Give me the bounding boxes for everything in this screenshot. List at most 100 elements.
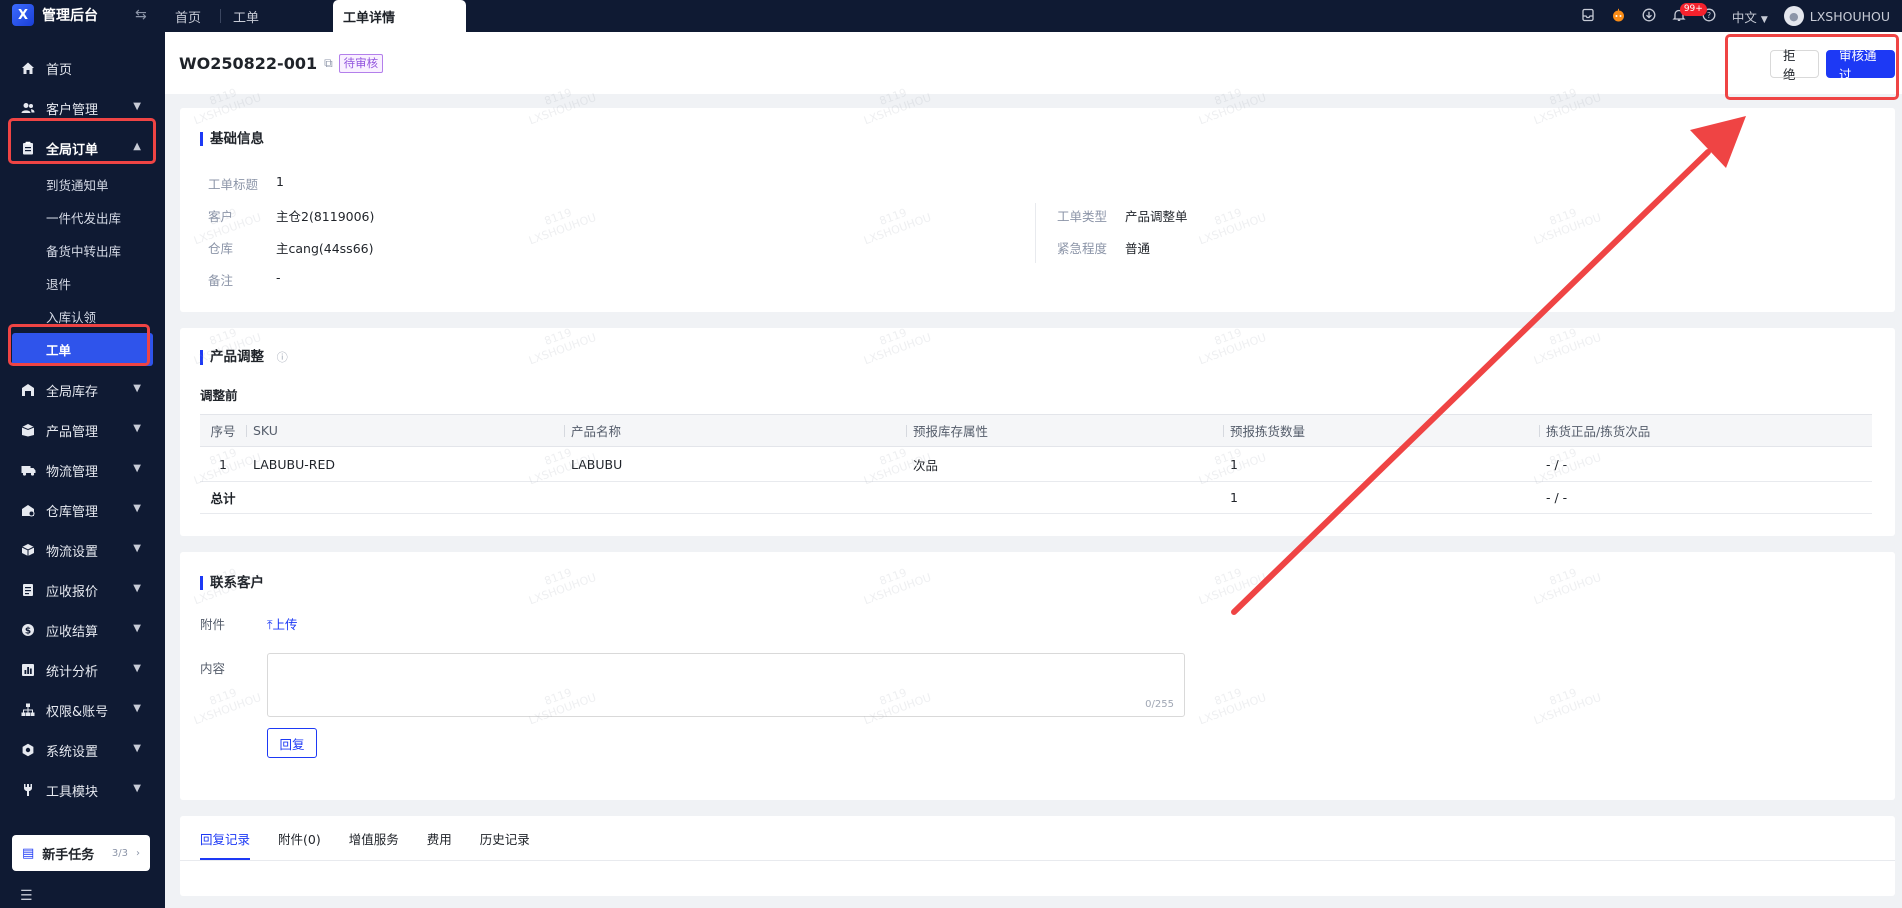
chevron-down-icon: ▼	[133, 583, 141, 594]
sidebar-item-receivable-settlement[interactable]: $ 应收结算 ▼	[0, 610, 165, 650]
username: LXSHOUHOU	[1809, 8, 1890, 24]
chevron-down-icon: ▼	[133, 623, 141, 634]
field-warehouse: 仓库 主cang(44ss66)	[208, 238, 373, 257]
org-icon	[20, 702, 36, 718]
field-label: 工单类型	[1057, 209, 1108, 224]
section-title-product-adjust: 产品调整 ⓘ	[200, 350, 288, 365]
menu-fold-icon[interactable]: ☰	[20, 888, 33, 904]
sidebar-item-receivable-quote[interactable]: 应收报价 ▼	[0, 570, 165, 610]
col-pick-result: 拣货正品/拣货次品	[1539, 414, 1872, 447]
tab-home[interactable]: 首页	[165, 0, 222, 32]
sidebar-item-label: 工具模块	[46, 784, 99, 800]
info-icon[interactable]: ⓘ	[277, 351, 288, 364]
sidebar-item-permissions[interactable]: 权限&账号 ▼	[0, 690, 165, 730]
task-icon: ▤	[22, 845, 35, 861]
field-value: 1	[276, 174, 284, 189]
divider	[1035, 203, 1036, 263]
user-menu[interactable]: ● LXSHOUHOU	[1783, 6, 1890, 26]
tab-label: 工单	[233, 10, 260, 26]
status-badge: 待审核	[338, 53, 384, 73]
warehouse-icon	[20, 382, 36, 398]
sidebar-item-label: 首页	[46, 62, 73, 78]
sidebar-item-label: 物流设置	[46, 544, 99, 560]
sidebar-item-warehouse[interactable]: 仓库管理 ▼	[0, 490, 165, 530]
sidebar-item-label: 权限&账号	[46, 704, 109, 720]
collapse-sidebar-icon[interactable]: ⇆	[135, 7, 147, 23]
tab-value-added[interactable]: 增值服务	[349, 816, 399, 860]
top-right-tools: 99+ ? 中文 ▼ ● LXSHOUHOU	[1581, 0, 1902, 32]
tab-reply-records[interactable]: 回复记录	[200, 816, 251, 860]
sidebar-subitem-returns[interactable]: 退件	[0, 267, 165, 300]
upload-button[interactable]: ⤒上传	[267, 614, 298, 633]
avatar: ●	[1783, 6, 1804, 26]
attachment-label: 附件	[200, 617, 226, 632]
cell-forecast-attr: 次品	[906, 446, 1223, 482]
sidebar-item-label: 物流管理	[46, 464, 99, 480]
dollar-icon: $	[20, 622, 36, 638]
beginner-task-card[interactable]: ▤ 新手任务 3/3 ›	[12, 835, 150, 871]
char-counter: 0/255	[1145, 699, 1174, 710]
page-header: WO250822-001 ⧉ 待审核	[165, 32, 1902, 94]
chevron-down-icon: ▼	[133, 663, 141, 674]
field-subject: 工单标题 1	[208, 174, 284, 193]
sidebar-item-logistics-settings[interactable]: 物流设置 ▼	[0, 530, 165, 570]
sidebar-item-label: 统计分析	[46, 664, 99, 680]
sidebar-item-products[interactable]: 产品管理 ▼	[0, 410, 165, 450]
sidebar-item-logistics[interactable]: 物流管理 ▼	[0, 450, 165, 490]
records-card: 回复记录 附件(0) 增值服务 费用 历史记录	[180, 816, 1895, 896]
chevron-down-icon: ▼	[133, 503, 141, 514]
sidebar-item-global-inventory[interactable]: 全局库存 ▼	[0, 370, 165, 410]
sidebar-item-statistics[interactable]: 统计分析 ▼	[0, 650, 165, 690]
col-forecast-attr: 预报库存属性	[906, 414, 1223, 447]
tab-work-orders[interactable]: 工单	[221, 0, 279, 32]
field-value: 产品调整单	[1125, 209, 1188, 224]
sidebar-subitem-dropship-outbound[interactable]: 一件代发出库	[0, 201, 165, 234]
sidebar-item-tools[interactable]: 工具模块 ▼	[0, 770, 165, 810]
reply-content-textarea[interactable]: 0/255	[267, 653, 1185, 717]
col-sku: SKU	[246, 414, 564, 447]
sidebar-item-label: 产品管理	[46, 424, 99, 440]
col-product-name: 产品名称	[564, 414, 906, 447]
tab-history[interactable]: 历史记录	[480, 816, 530, 860]
svg-text:?: ?	[1707, 11, 1711, 20]
product-table: 序号 SKU 产品名称 预报库存属性 预报拣货数量 拣货正品/拣货次品 1 LA…	[200, 414, 1872, 514]
field-customer: 客户 主仓2(8119006)	[208, 206, 374, 225]
content-label: 内容	[200, 661, 226, 676]
table-total-row: 总计 1 - / -	[200, 481, 1872, 514]
copy-icon[interactable]: ⧉	[324, 56, 333, 71]
caret-down-icon: ▼	[1760, 14, 1768, 25]
svg-text:$: $	[25, 627, 31, 637]
chevron-down-icon: ▼	[133, 463, 141, 474]
sidebar-subitem-arrival-notice[interactable]: 到货通知单	[0, 168, 165, 201]
field-value: 普通	[1125, 241, 1151, 256]
sidebar-item-label: 应收结算	[46, 624, 99, 640]
inbox-icon[interactable]	[1581, 8, 1595, 25]
section-title-basic-info: 基础信息	[200, 132, 264, 146]
chart-icon	[20, 662, 36, 678]
language-select[interactable]: 中文 ▼	[1732, 7, 1768, 26]
notification-bell[interactable]: 99+	[1672, 2, 1707, 25]
sidebar-item-home[interactable]: 首页	[0, 48, 165, 88]
sidebar-item-system-settings[interactable]: 系统设置 ▼	[0, 730, 165, 770]
tab-label: 首页	[175, 10, 202, 26]
table-row: 1 LABUBU-RED LABUBU 次品 1 - / -	[200, 446, 1872, 482]
sidebar-subitem-transfer-outbound[interactable]: 备货中转出库	[0, 234, 165, 267]
download-icon[interactable]	[1642, 8, 1656, 25]
field-label: 紧急程度	[1057, 241, 1108, 256]
chevron-down-icon: ▼	[133, 383, 141, 394]
reply-button[interactable]: 回复	[267, 728, 317, 758]
tab-work-order-detail[interactable]: 工单详情	[333, 0, 467, 32]
product-adjust-card: 产品调整 ⓘ 调整前 序号 SKU 产品名称 预报库存属性 预报拣货数量 拣货正…	[180, 328, 1895, 536]
field-label: 工单标题	[208, 177, 259, 192]
sidebar-item-label: 仓库管理	[46, 504, 99, 520]
cell-index: 1	[200, 446, 246, 482]
cell-total-label: 总计	[200, 481, 246, 514]
sidebar-item-label: 系统设置	[46, 744, 99, 760]
tab-fees[interactable]: 费用	[427, 816, 452, 860]
field-remark: 备注 -	[208, 270, 281, 289]
cell-sku: LABUBU-RED	[246, 446, 564, 482]
tab-attachments[interactable]: 附件(0)	[278, 816, 321, 860]
field-urgency: 紧急程度 普通	[1057, 238, 1150, 257]
cell-pick-result: - / -	[1539, 446, 1872, 482]
bot-icon[interactable]	[1611, 8, 1626, 25]
